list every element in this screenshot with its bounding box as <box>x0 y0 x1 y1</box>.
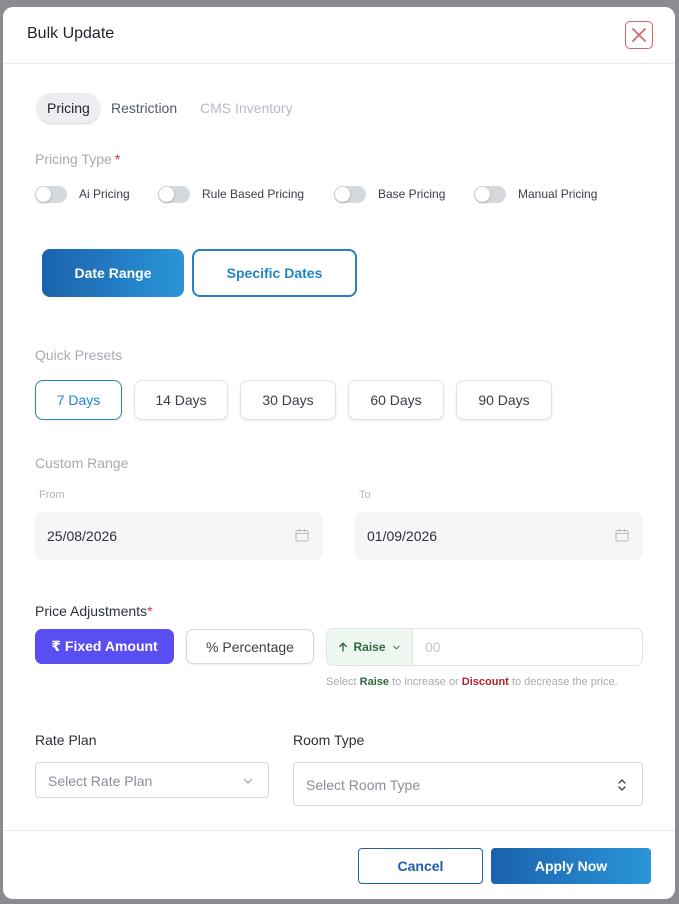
toggle-label: Manual Pricing <box>518 187 598 201</box>
date-range-button[interactable]: Date Range <box>42 249 184 297</box>
percentage-button[interactable]: % Percentage <box>186 629 314 664</box>
raise-dropdown[interactable]: Raise <box>327 629 413 665</box>
toggle-label: Ai Pricing <box>79 187 130 201</box>
toggle-ai-pricing[interactable]: Ai Pricing <box>35 185 130 203</box>
calendar-icon <box>615 529 629 542</box>
apply-now-button[interactable]: Apply Now <box>491 848 651 884</box>
toggle-switch[interactable] <box>474 185 506 203</box>
toggle-manual-pricing[interactable]: Manual Pricing <box>474 185 597 203</box>
required-mark: * <box>147 603 153 619</box>
cancel-button[interactable]: Cancel <box>358 848 483 884</box>
price-adjustments-label: Price Adjustments* <box>35 603 153 619</box>
from-label: From <box>39 489 65 501</box>
to-label: To <box>359 489 371 501</box>
preset-14-days[interactable]: 14 Days <box>134 380 228 420</box>
room-type-label: Room Type <box>293 732 365 748</box>
pricing-type-label: Pricing Type * <box>35 151 121 167</box>
tab-pricing[interactable]: Pricing <box>37 93 100 123</box>
toggle-rule-based-pricing[interactable]: Rule Based Pricing <box>158 185 304 203</box>
toggle-switch[interactable] <box>35 185 67 203</box>
tab-restriction[interactable]: Restriction <box>111 93 177 123</box>
toggle-base-pricing[interactable]: Base Pricing <box>334 185 445 203</box>
raise-label: Raise <box>353 640 386 654</box>
from-date-field[interactable]: 25/08/2026 <box>35 512 323 560</box>
calendar-icon <box>295 529 309 542</box>
toggle-switch[interactable] <box>334 185 366 203</box>
modal-header: Bulk Update <box>3 7 675 64</box>
specific-dates-button[interactable]: Specific Dates <box>192 249 357 297</box>
preset-90-days[interactable]: 90 Days <box>456 380 552 420</box>
from-date-value: 25/08/2026 <box>47 528 118 544</box>
modal-footer: Cancel Apply Now <box>3 830 675 899</box>
chevron-down-icon <box>243 778 253 784</box>
tab-cms-inventory[interactable]: CMS Inventory <box>200 93 293 123</box>
custom-range-label: Custom Range <box>35 455 129 471</box>
room-type-select[interactable]: Select Room Type <box>293 762 643 806</box>
to-date-field[interactable]: 01/09/2026 <box>355 512 643 560</box>
preset-7-days[interactable]: 7 Days <box>35 380 122 420</box>
amount-input[interactable] <box>413 629 642 665</box>
quick-presets-label: Quick Presets <box>35 347 123 363</box>
toggle-label: Base Pricing <box>378 187 446 201</box>
toggle-switch[interactable] <box>158 185 190 203</box>
rate-plan-select[interactable]: Select Rate Plan <box>35 762 269 798</box>
room-type-placeholder: Select Room Type <box>306 777 421 793</box>
bulk-update-modal: Bulk Update Pricing Restriction CMS Inve… <box>3 7 675 899</box>
close-button[interactable] <box>625 21 653 49</box>
rate-plan-placeholder: Select Rate Plan <box>48 773 153 789</box>
toggle-label: Rule Based Pricing <box>202 187 305 201</box>
preset-60-days[interactable]: 60 Days <box>348 380 444 420</box>
preset-30-days[interactable]: 30 Days <box>240 380 336 420</box>
arrow-up-icon <box>339 642 348 652</box>
required-mark: * <box>114 151 121 167</box>
adjustment-input-group: Raise <box>326 628 643 666</box>
modal-title: Bulk Update <box>27 25 115 42</box>
adjustment-helper-text: Select Raise to increase or Discount to … <box>326 676 618 688</box>
fixed-amount-button[interactable]: ₹ Fixed Amount <box>35 629 174 664</box>
chevron-down-icon <box>392 645 400 650</box>
rate-plan-label: Rate Plan <box>35 732 97 748</box>
chevron-up-down-icon <box>618 779 626 791</box>
close-icon <box>632 28 646 42</box>
to-date-value: 01/09/2026 <box>367 528 438 544</box>
